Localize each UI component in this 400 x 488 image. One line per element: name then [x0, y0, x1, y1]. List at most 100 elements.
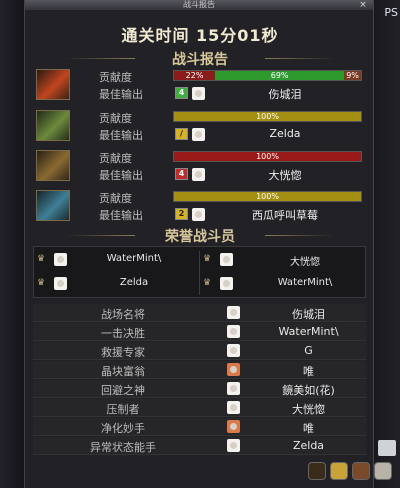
award-row: 战场名将 伤城泪 — [33, 304, 366, 322]
award-title: 异常状态能手 — [90, 441, 156, 454]
character-avatar — [192, 208, 205, 221]
background-corner-text: PS — [384, 6, 398, 19]
contribution-label: 贡献度 — [99, 152, 132, 165]
honor-member-name: WaterMint\ — [277, 277, 333, 288]
character-avatar — [192, 168, 205, 181]
character-avatar — [192, 128, 205, 141]
character-avatar — [227, 344, 240, 357]
character-avatar — [220, 253, 233, 266]
award-player-name: G — [304, 344, 313, 357]
character-avatar — [54, 253, 67, 266]
avatar-icon[interactable] — [374, 462, 392, 480]
contribution-segment: 69% — [215, 71, 345, 80]
contribution-label: 贡献度 — [99, 112, 132, 125]
award-row: 回避之神 鏡美如(花) — [33, 380, 366, 398]
award-title: 晶块富翁 — [101, 365, 145, 378]
player-name: 西瓜呼叫草莓 — [252, 209, 318, 222]
honor-member[interactable]: ♛ WaterMint\ — [200, 273, 365, 295]
section-battle-report: 战斗报告 — [65, 49, 335, 69]
honor-members-panel: ♛ WaterMint\ ♛ 大恍惚 ♛ Zelda ♛ WaterMint\ — [33, 246, 366, 298]
crown-icon: ♛ — [203, 254, 212, 264]
honor-member-name: 大恍惚 — [290, 257, 320, 268]
character-avatar — [220, 277, 233, 290]
award-row: 一击决胜 WaterMint\ — [33, 323, 366, 341]
contribution-bar: 100% — [173, 111, 362, 122]
contribution-bar: 22% 69% 9% — [173, 70, 362, 81]
award-player-name: 唯 — [303, 422, 314, 435]
award-title: 压制者 — [106, 403, 140, 416]
award-player-name: WaterMint\ — [278, 325, 339, 338]
award-row: 晶块富翁 唯 — [33, 361, 366, 379]
character-avatar — [227, 439, 240, 452]
player-portrait[interactable] — [36, 150, 70, 181]
character-avatar — [227, 420, 240, 433]
contribution-bar: 100% — [173, 191, 362, 202]
character-avatar — [227, 382, 240, 395]
section-honor: 荣誉战斗员 — [65, 226, 335, 246]
contribution-label: 贡献度 — [99, 71, 132, 84]
award-player-name: 唯 — [303, 365, 314, 378]
honor-member[interactable]: ♛ Zelda — [34, 273, 199, 295]
player-name: 伤城泪 — [268, 88, 302, 101]
award-title: 战场名将 — [101, 308, 145, 321]
crown-icon: ♛ — [37, 254, 46, 264]
contribution-segment: 9% — [344, 71, 361, 80]
player-row: 贡献度 最佳输出 100% / Zelda — [33, 109, 365, 143]
house-icon[interactable] — [308, 462, 326, 480]
best-output-label: 最佳输出 — [99, 209, 143, 222]
character-avatar — [227, 325, 240, 338]
award-title: 净化妙手 — [101, 422, 145, 435]
crown-icon: ♛ — [203, 278, 212, 288]
contribution-segment: 100% — [174, 112, 361, 121]
award-player-name: Zelda — [292, 439, 325, 452]
player-portrait[interactable] — [36, 190, 70, 221]
player-row: 贡献度 最佳输出 22% 69% 9% 4 伤城泪 — [33, 68, 365, 102]
player-portrait[interactable] — [36, 110, 70, 141]
character-avatar — [192, 87, 205, 100]
character-icon[interactable] — [352, 462, 370, 480]
player-portrait[interactable] — [36, 69, 70, 100]
best-output-label: 最佳输出 — [99, 169, 143, 182]
honor-member-name: Zelda — [119, 277, 149, 288]
honor-member[interactable]: ♛ WaterMint\ — [34, 249, 199, 271]
battle-report-window: 战斗报告 × 通关时间 15分01秒 战斗报告 贡献度 最佳输出 22% 69%… — [24, 0, 374, 488]
player-name: 大恍惚 — [268, 169, 302, 182]
honor-member-name: WaterMint\ — [106, 253, 162, 264]
background-mail-icon — [378, 440, 396, 456]
award-row: 异常状态能手 Zelda — [33, 437, 366, 455]
best-output-label: 最佳输出 — [99, 129, 143, 142]
award-player-name: 鏡美如(花) — [282, 384, 335, 397]
close-icon[interactable]: × — [357, 0, 369, 10]
contribution-label: 贡献度 — [99, 192, 132, 205]
player-row: 贡献度 最佳输出 100% 2 西瓜呼叫草莓 — [33, 189, 365, 223]
award-player-name: 大恍惚 — [292, 403, 325, 416]
award-row: 压制者 大恍惚 — [33, 399, 366, 417]
character-avatar — [227, 401, 240, 414]
character-avatar — [227, 363, 240, 376]
window-title: 战斗报告 — [25, 0, 373, 10]
character-avatar — [54, 277, 67, 290]
best-output-label: 最佳输出 — [99, 88, 143, 101]
award-title: 救援专家 — [101, 346, 145, 359]
player-name: Zelda — [269, 127, 301, 140]
award-player-name: 伤城泪 — [292, 308, 325, 321]
award-row: 救援专家 G — [33, 342, 366, 360]
background-left — [0, 0, 24, 488]
contribution-segment: 100% — [174, 192, 361, 201]
honor-member[interactable]: ♛ 大恍惚 — [200, 249, 365, 271]
background-right: PS — [370, 0, 400, 488]
player-row: 贡献度 最佳输出 100% 4 大恍惚 — [33, 149, 365, 183]
contribution-bar: 100% — [173, 151, 362, 162]
award-title: 回避之神 — [101, 384, 145, 397]
moon-icon[interactable] — [330, 462, 348, 480]
output-rank-badge: 4 — [175, 168, 188, 180]
output-rank-badge: 2 — [175, 208, 188, 220]
award-title: 一击决胜 — [101, 327, 145, 340]
award-row: 净化妙手 唯 — [33, 418, 366, 436]
contribution-segment: 22% — [174, 71, 216, 80]
crown-icon: ♛ — [37, 278, 46, 288]
contribution-segment: 100% — [174, 152, 361, 161]
clear-time: 通关时间 15分01秒 — [121, 26, 279, 45]
output-rank-badge: / — [175, 128, 188, 140]
output-rank-badge: 4 — [175, 87, 188, 99]
